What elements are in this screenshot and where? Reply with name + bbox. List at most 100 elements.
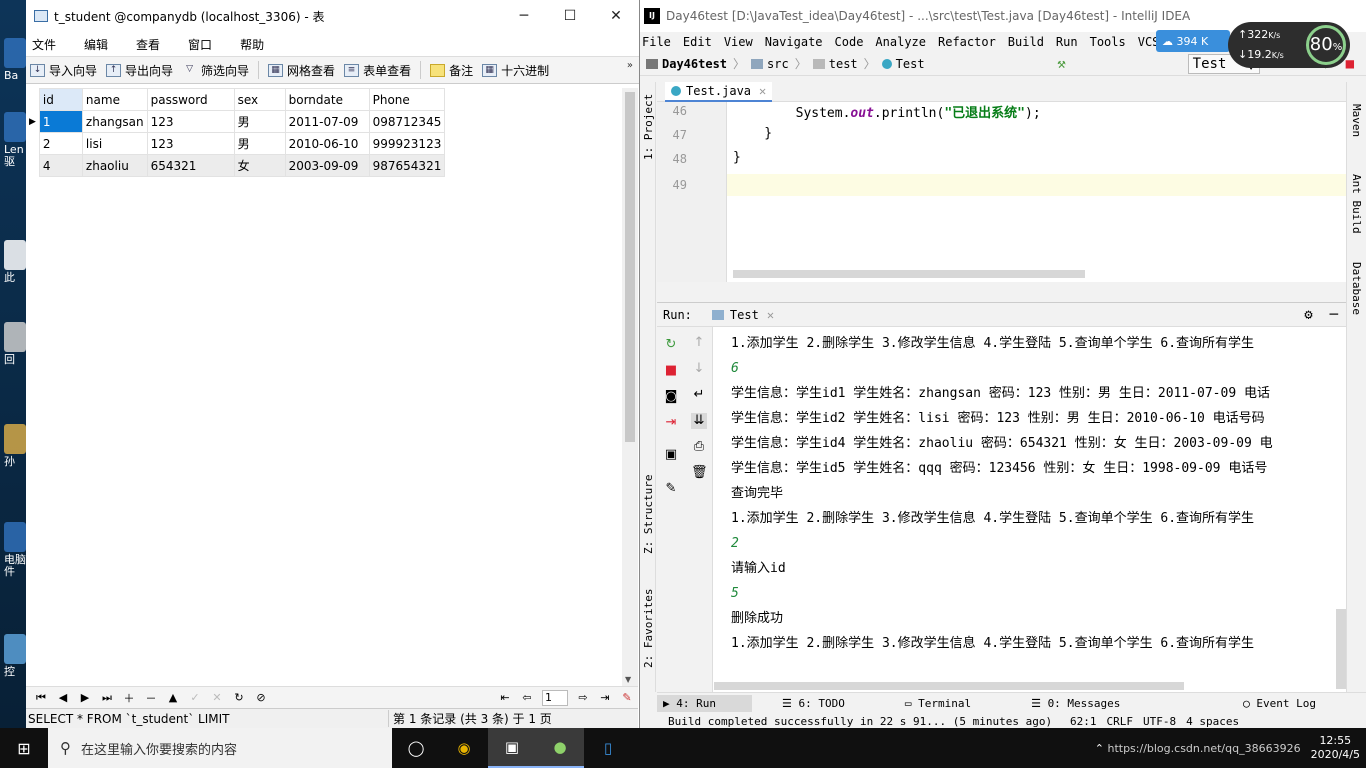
code-editor[interactable]: 46 47 48 49 System.out.println("已退出系统");… <box>657 102 1346 282</box>
scrollbar-thumb[interactable] <box>625 92 635 442</box>
menu-edit[interactable]: 编辑 <box>82 36 120 53</box>
add-record-icon[interactable]: ＋ <box>118 690 140 706</box>
cell-sex[interactable]: 女 <box>233 154 286 177</box>
cell-name[interactable]: zhangsan <box>81 110 148 133</box>
indent-setting[interactable]: 4 spaces <box>1186 715 1239 728</box>
tool-window-messages[interactable]: ☰ 0: Messages <box>1031 697 1150 710</box>
desktop-icon[interactable]: 回 <box>4 322 26 366</box>
cell-password[interactable]: 123 <box>146 132 235 155</box>
toolbar-overflow-icon[interactable]: » <box>627 60 633 71</box>
tool-window-run[interactable]: ▶ 4: Run <box>657 695 752 712</box>
taskbar-search-box[interactable]: ⚲ 在这里输入你要搜索的内容 <box>48 728 392 768</box>
cell-id[interactable]: 1 <box>38 110 83 133</box>
tool-window-todo[interactable]: ☰ 6: TODO <box>782 697 875 710</box>
minimize-button[interactable]: ─ <box>501 0 547 32</box>
desktop-icon[interactable]: Len 驱 <box>4 112 26 168</box>
cancel-icon[interactable]: ✕ <box>206 691 228 704</box>
column-header-password[interactable]: password <box>146 88 235 111</box>
trash-icon[interactable]: 🗑 <box>691 465 708 481</box>
console-output[interactable]: 1.添加学生 2.删除学生 3.修改学生信息 4.学生登陆 5.查询单个学生 6… <box>731 331 1346 661</box>
file-encoding[interactable]: UTF-8 <box>1143 715 1176 728</box>
desktop-icon[interactable]: 此 <box>4 240 26 284</box>
cell-password[interactable]: 123 <box>146 110 235 133</box>
column-header-borndate[interactable]: borndate <box>284 88 370 111</box>
column-header-id[interactable]: id <box>38 88 83 111</box>
grid-vertical-scrollbar[interactable]: ▼ <box>622 88 638 686</box>
favorites-tool-tab[interactable]: 2: Favorites <box>642 589 655 668</box>
tray-expand-icon[interactable]: ⌃ <box>1095 742 1104 755</box>
menu-file[interactable]: File <box>642 35 671 49</box>
menu-help[interactable]: 帮助 <box>238 36 276 53</box>
cell-borndate[interactable]: 2010-06-10 <box>284 132 370 155</box>
line-separator[interactable]: CRLF <box>1107 715 1134 728</box>
event-log-button[interactable]: ◯ Event Log <box>1243 697 1346 710</box>
cell-phone[interactable]: 987654321 <box>368 154 446 177</box>
desktop-icon[interactable]: Ba <box>4 38 26 82</box>
form-view-button[interactable]: ≡ 表单查看 <box>344 62 411 79</box>
navicat-taskbar-icon[interactable]: ● <box>536 728 584 768</box>
phone-app-icon[interactable]: ▯ <box>584 728 632 768</box>
tab-test-java[interactable]: Test.java ✕ <box>665 82 773 102</box>
console-horizontal-scrollbar[interactable] <box>714 682 1184 690</box>
settings-icon[interactable]: ✎ <box>616 691 638 704</box>
scroll-down-icon[interactable]: ▼ <box>625 675 631 684</box>
download-badge[interactable]: ☁ 394 K <box>1156 30 1230 52</box>
breadcrumb-test[interactable]: test 〉 <box>812 55 876 72</box>
network-speed-widget[interactable]: ↑322K/s ↓19.2K/s 80% <box>1228 22 1350 68</box>
chrome-icon[interactable]: ◉ <box>440 728 488 768</box>
next-record-icon[interactable]: ▶ <box>74 691 96 704</box>
breadcrumb-class[interactable]: Test <box>881 57 925 71</box>
menu-code[interactable]: Code <box>835 35 864 49</box>
editor-horizontal-scrollbar[interactable] <box>733 270 1085 278</box>
project-tool-tab[interactable]: 1: Project <box>642 94 655 160</box>
print-icon[interactable]: ⎙ <box>691 439 707 455</box>
next-page-icon[interactable]: ⇨ <box>572 691 594 704</box>
windows-start-icon[interactable]: ⊞ <box>0 728 48 768</box>
column-header-sex[interactable]: sex <box>233 88 286 111</box>
close-tab-icon[interactable]: ✕ <box>767 308 774 322</box>
cell-sex[interactable]: 男 <box>233 132 286 155</box>
menu-navigate[interactable]: Navigate <box>765 35 823 49</box>
maximize-button[interactable]: ☐ <box>547 0 593 32</box>
soft-wrap-icon[interactable]: ↵ <box>691 387 707 403</box>
maven-tool-tab[interactable]: Maven <box>1350 104 1363 137</box>
menu-run[interactable]: Run <box>1056 35 1078 49</box>
clock[interactable]: 12:55 2020/4/5 <box>1311 734 1360 762</box>
prev-record-icon[interactable]: ◀ <box>52 691 74 704</box>
caret-position[interactable]: 62:1 <box>1070 715 1097 728</box>
camera-icon[interactable]: ◙ <box>663 389 679 405</box>
first-page-icon[interactable]: ⇤ <box>494 691 516 704</box>
stop-icon[interactable]: ■ <box>663 363 679 379</box>
delete-record-icon[interactable]: － <box>140 690 162 706</box>
pin-icon[interactable]: ✎ <box>663 481 679 497</box>
menu-view[interactable]: View <box>724 35 753 49</box>
cell-name[interactable]: zhaoliu <box>81 154 148 177</box>
menu-refactor[interactable]: Refactor <box>938 35 996 49</box>
last-record-icon[interactable]: ⏭ <box>96 691 118 705</box>
prev-page-icon[interactable]: ⇦ <box>516 691 538 704</box>
export-wizard-button[interactable]: ↑ 导出向导 <box>106 62 173 79</box>
cell-borndate[interactable]: 2003-09-09 <box>284 154 370 177</box>
cell-password[interactable]: 654321 <box>146 154 235 177</box>
build-hammer-icon[interactable]: ⚒ <box>1057 56 1065 72</box>
last-page-icon[interactable]: ⇥ <box>594 691 616 704</box>
desktop-icon[interactable]: 孙 <box>4 424 26 468</box>
ant-build-tool-tab[interactable]: Ant Build <box>1350 174 1363 234</box>
task-view-icon[interactable]: ◯ <box>392 728 440 768</box>
up-arrow-icon[interactable]: ↑ <box>691 335 707 351</box>
refresh-icon[interactable]: ↻ <box>228 691 250 704</box>
gear-icon[interactable]: ⚙ <box>1304 307 1312 323</box>
rerun-icon[interactable]: ↻ <box>663 337 679 353</box>
menu-edit[interactable]: Edit <box>683 35 712 49</box>
close-tab-icon[interactable]: ✕ <box>759 84 766 98</box>
menu-view[interactable]: 查看 <box>134 36 172 53</box>
confirm-icon[interactable]: ✓ <box>184 691 206 704</box>
cell-name[interactable]: lisi <box>81 132 148 155</box>
column-header-phone[interactable]: Phone <box>368 88 446 111</box>
first-record-icon[interactable]: ⏮ <box>30 691 52 705</box>
desktop-icon[interactable]: 控 <box>4 634 26 678</box>
page-number-input[interactable]: 1 <box>542 689 568 706</box>
table-row[interactable]: 4 zhaoliu 654321 女 2003-09-09 987654321 <box>26 154 446 177</box>
cell-id[interactable]: 4 <box>38 154 83 177</box>
apply-icon[interactable]: ▲ <box>162 691 184 704</box>
